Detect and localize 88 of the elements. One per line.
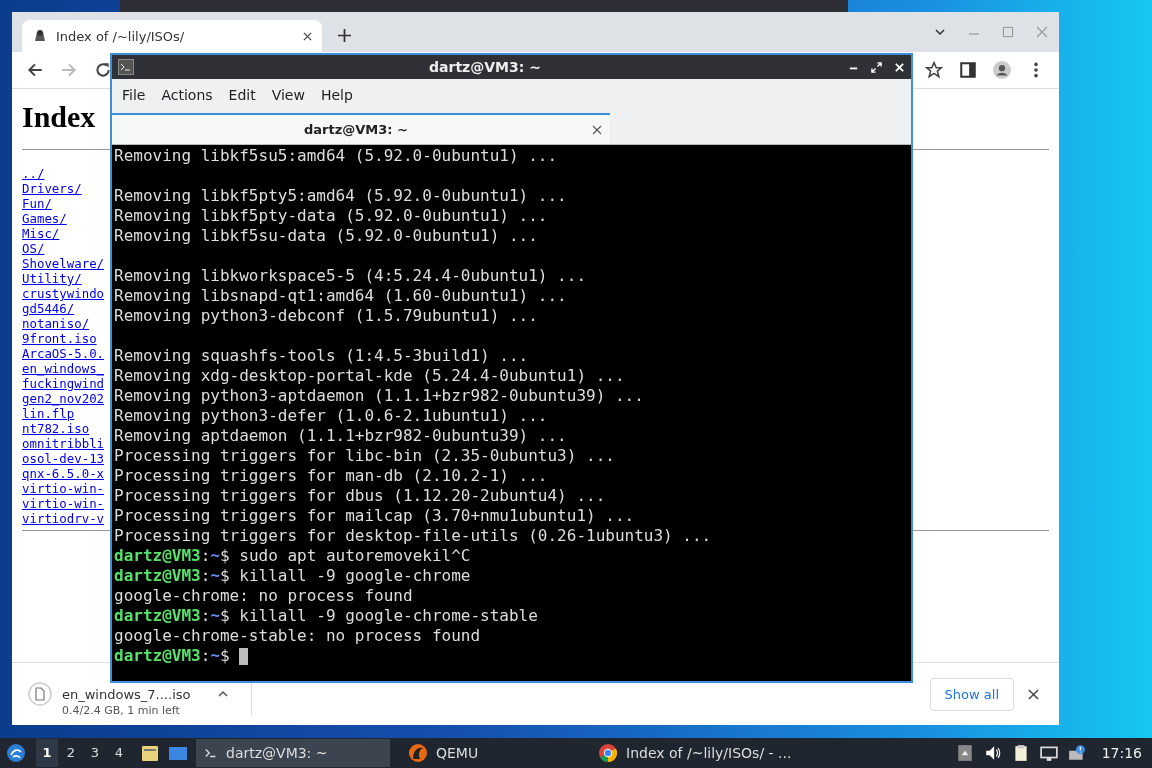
workspace-button[interactable]: 3 bbox=[84, 739, 106, 767]
file-link[interactable]: Drivers/ bbox=[22, 181, 82, 196]
profile-icon[interactable] bbox=[993, 61, 1011, 79]
terminal-line: Removing python3-debconf (1.5.79ubuntu1) ... bbox=[114, 306, 538, 326]
file-link[interactable]: osol-dev-13 bbox=[22, 451, 105, 466]
file-link[interactable]: 9front.iso bbox=[22, 331, 97, 346]
file-link[interactable]: nt782.iso bbox=[22, 421, 90, 436]
file-link[interactable]: en_windows_ bbox=[22, 361, 105, 376]
terminal-line: dartz@VM3:~$ bbox=[114, 646, 230, 666]
file-link[interactable]: OS/ bbox=[22, 241, 45, 256]
file-link[interactable]: ArcaOS-5.0. bbox=[22, 346, 105, 361]
new-tab-icon[interactable] bbox=[338, 29, 351, 42]
terminal-line: Removing python3-defer (1.0.6-2.1ubuntu1) ... bbox=[114, 406, 548, 426]
task-button[interactable]: Index of /~lily/ISOs/ - ... bbox=[590, 739, 800, 767]
file-link[interactable]: Fun/ bbox=[22, 196, 52, 211]
caret-icon[interactable] bbox=[934, 26, 946, 38]
terminal-icon bbox=[204, 746, 218, 760]
close-icon[interactable] bbox=[592, 124, 602, 135]
task-button[interactable]: dartz@VM3: ~ bbox=[196, 739, 390, 767]
terminal-line: Processing triggers for man-db (2.10.2-1) ... bbox=[114, 466, 548, 486]
file-link[interactable]: Misc/ bbox=[22, 226, 60, 241]
file-link[interactable]: Shovelware/ bbox=[22, 256, 105, 271]
close-icon[interactable] bbox=[1028, 688, 1039, 700]
network-icon[interactable] bbox=[1039, 744, 1058, 762]
window-title: dartz@VM3: ~ bbox=[428, 59, 542, 75]
terminal-line: Removing libkf5pty5:amd64 (5.92.0-0ubuntu1) ... bbox=[114, 186, 567, 206]
file-link[interactable]: virtio-win- bbox=[22, 481, 105, 496]
terminal-line: Removing libkf5su-data (5.92.0-0ubuntu1) ... bbox=[114, 226, 538, 246]
file-icon bbox=[28, 682, 52, 706]
terminal-line: Processing triggers for dbus (1.12.20-2ubuntu4) ... bbox=[114, 486, 606, 506]
terminal-line: Removing python3-aptdaemon (1.1.1+bzr982-0ubuntu39) ... bbox=[114, 386, 644, 406]
terminal-line: Removing libkf5pty-data (5.92.0-0ubuntu1) ... bbox=[114, 206, 548, 226]
star-icon[interactable] bbox=[925, 61, 943, 79]
terminal-line: Removing xdg-desktop-portal-kde (5.24.4-0ubuntu1) ... bbox=[114, 366, 625, 386]
reload-icon[interactable] bbox=[94, 61, 112, 79]
start-menu-icon[interactable] bbox=[6, 743, 26, 763]
download-filename: en_windows_7....iso bbox=[62, 687, 192, 702]
terminal-line: google-chrome: no process found bbox=[114, 586, 413, 606]
file-link[interactable]: crustywindo bbox=[22, 286, 105, 301]
terminal-line: Removing aptdaemon (1.1.1+bzr982-0ubuntu39) ... bbox=[114, 426, 567, 446]
terminal-line: Removing squashfs-tools (1:4.5-3build1) ... bbox=[114, 346, 529, 366]
terminal-icon bbox=[118, 59, 134, 75]
file-link[interactable]: virtiodrv-v bbox=[22, 511, 105, 526]
terminal-line: Processing triggers for libc-bin (2.35-0ubuntu3) ... bbox=[114, 446, 615, 466]
terminal-line: dartz@VM3:~$ sudo apt autoremovekil^C bbox=[114, 546, 471, 566]
file-link[interactable]: virtio-win- bbox=[22, 496, 105, 511]
back-icon[interactable] bbox=[26, 61, 44, 79]
terminal-tab[interactable]: dartz@VM3: ~ bbox=[112, 113, 610, 144]
workspace-button[interactable]: 2 bbox=[60, 739, 82, 767]
task-button[interactable]: QEMU bbox=[400, 739, 590, 767]
workspace-button[interactable]: 1 bbox=[36, 739, 58, 767]
file-link[interactable]: Games/ bbox=[22, 211, 67, 226]
workspace-button[interactable]: 4 bbox=[108, 739, 130, 767]
file-link[interactable]: notaniso/ bbox=[22, 316, 90, 331]
speaker-icon[interactable] bbox=[983, 744, 1002, 762]
close-icon[interactable] bbox=[303, 31, 312, 41]
menu-item[interactable]: Help bbox=[312, 87, 361, 103]
file-link[interactable]: gd5446/ bbox=[22, 301, 75, 316]
page-heading: Index bbox=[22, 99, 96, 135]
side-panel-icon[interactable] bbox=[959, 61, 977, 79]
menu-item[interactable]: File bbox=[114, 87, 154, 103]
download-status: 0.4/2.4 GB, 1 min left bbox=[62, 704, 181, 717]
clock: 17:16 bbox=[1101, 745, 1142, 761]
terminal-line: dartz@VM3:~$ killall -9 google-chrome-stable bbox=[114, 606, 538, 626]
terminal-line: Removing libkf5su5:amd64 (5.92.0-0ubuntu1) ... bbox=[114, 146, 558, 166]
bird-icon bbox=[408, 743, 428, 763]
file-manager-icon[interactable] bbox=[140, 743, 160, 763]
favicon-icon bbox=[32, 28, 48, 44]
file-link[interactable]: fuckingwind bbox=[22, 376, 105, 391]
terminal-line: Processing triggers for mailcap (3.70+nmu1ubuntu1) ... bbox=[114, 506, 635, 526]
file-link[interactable]: qnx-6.5.0-x bbox=[22, 466, 105, 481]
file-link[interactable]: omnitribbli bbox=[22, 436, 105, 451]
terminal-line: dartz@VM3:~$ killall -9 google-chrome bbox=[114, 566, 471, 586]
menu-item[interactable]: View bbox=[263, 87, 313, 103]
file-link[interactable]: ../ bbox=[22, 166, 45, 181]
notification-icon[interactable] bbox=[1067, 744, 1086, 762]
file-link[interactable]: Utility/ bbox=[22, 271, 82, 286]
menu-item[interactable]: Actions bbox=[153, 87, 221, 103]
file-link[interactable]: gen2_nov202 bbox=[22, 391, 105, 406]
chrome-icon bbox=[598, 743, 618, 763]
terminal-line: Removing libkworkspace5-5 (4:5.24.4-0ubuntu1) ... bbox=[114, 266, 586, 286]
show-all-button[interactable]: Show all bbox=[929, 677, 1014, 711]
file-link[interactable]: lin.flp bbox=[22, 406, 75, 421]
terminal-line: google-chrome-stable: no process found bbox=[114, 626, 481, 646]
menu-item[interactable]: Edit bbox=[220, 87, 264, 103]
terminal-line: Removing libsnapd-qt1:amd64 (1.60-0ubuntu1) ... bbox=[114, 286, 567, 306]
browser-tab[interactable]: Index of /~lily/ISOs/ bbox=[22, 20, 322, 52]
terminal-line: Processing triggers for desktop-file-utils (0.26-1ubuntu3) ... bbox=[114, 526, 712, 546]
